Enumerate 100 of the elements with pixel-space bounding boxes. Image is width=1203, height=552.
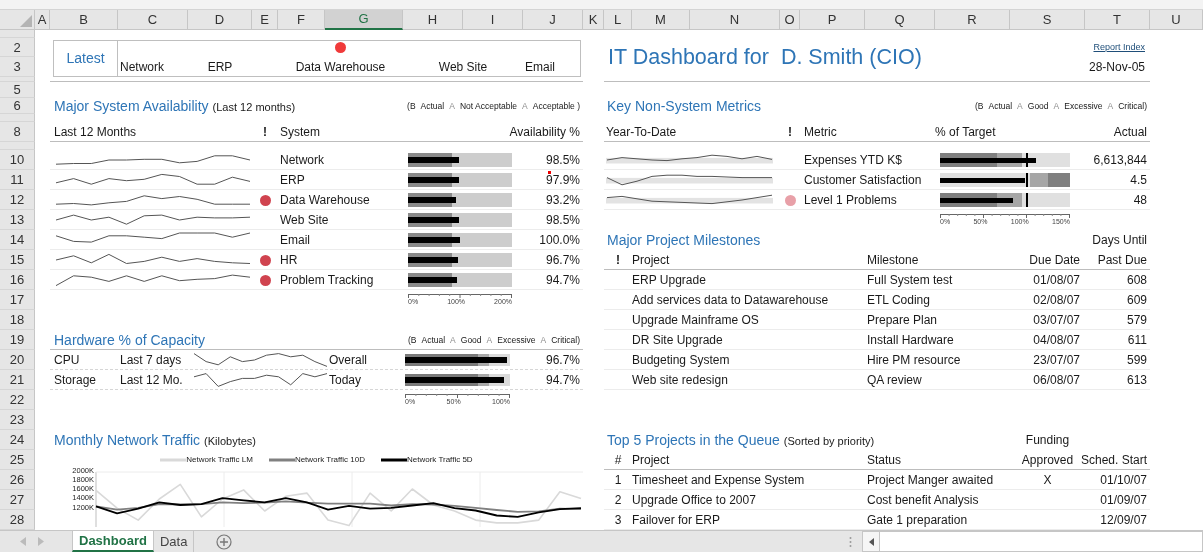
row-header[interactable]: 22 [0, 390, 35, 410]
section-subtitle: (Last 12 months) [212, 99, 296, 115]
select-all-button[interactable] [0, 10, 35, 30]
row-header[interactable]: 23 [0, 410, 35, 430]
row-header[interactable]: 20 [0, 350, 35, 370]
row-header[interactable]: 13 [0, 210, 35, 230]
column-header[interactable]: D [188, 10, 252, 30]
column-heading: Metric [804, 124, 837, 141]
row-header[interactable]: 24 [0, 430, 35, 450]
project-name: Web site redesign [632, 372, 728, 389]
column-header[interactable]: O [780, 10, 800, 30]
report-index-link[interactable]: Report Index [1093, 40, 1145, 55]
column-heading: Days Until [1092, 232, 1147, 249]
legend-marker: A [1053, 99, 1060, 113]
days-value: 579 [1126, 312, 1147, 329]
column-heading: Sched. Start [1080, 452, 1147, 469]
column-header[interactable]: M [632, 10, 690, 30]
resource-label: Storage [54, 372, 97, 389]
previous-sheet-icon[interactable] [20, 537, 26, 546]
start-date: 01/10/07 [1100, 472, 1147, 489]
row-header[interactable]: 18 [0, 310, 35, 330]
column-heading: Past Due [1097, 252, 1147, 269]
row-header[interactable]: 10 [0, 150, 35, 170]
column-header[interactable]: H [403, 10, 463, 30]
column-heading: Project [632, 252, 670, 269]
legend-label: Good [460, 333, 482, 347]
column-header[interactable]: A [35, 10, 50, 30]
row-header[interactable]: 2 [0, 38, 35, 57]
row-header[interactable]: 17 [0, 290, 35, 310]
legend-label: (B [975, 99, 984, 113]
column-header[interactable]: T [1085, 10, 1150, 30]
column-header[interactable]: F [278, 10, 325, 30]
row-header[interactable] [0, 114, 35, 122]
row-header[interactable]: 11 [0, 170, 35, 190]
row-header[interactable]: 16 [0, 270, 35, 290]
project-name: DR Site Upgrade [632, 332, 723, 349]
add-sheet-icon[interactable] [216, 533, 233, 550]
legend-marker: A [540, 333, 547, 347]
row-header[interactable]: 8 [0, 122, 35, 142]
scroll-left-button[interactable] [862, 531, 880, 552]
row-header[interactable] [0, 77, 35, 82]
column-header[interactable]: R [935, 10, 1010, 30]
column-header[interactable]: N [690, 10, 780, 30]
milestone-name: Hire PM resource [867, 352, 961, 369]
row-header[interactable]: 28 [0, 510, 35, 530]
row-header[interactable]: 12 [0, 190, 35, 210]
row-header[interactable]: 14 [0, 230, 35, 250]
row-header[interactable]: 5 [0, 82, 35, 98]
system-name: HR [280, 252, 298, 269]
horizontal-scrollbar[interactable] [880, 531, 1203, 552]
system-label: Email [525, 59, 555, 76]
row-header[interactable]: 3 [0, 57, 35, 77]
row-header[interactable]: 25 [0, 450, 35, 470]
row-header[interactable]: 26 [0, 470, 35, 490]
column-heading: Approved [1021, 452, 1074, 469]
legend-marker: A [450, 333, 456, 347]
section-title: Top 5 Projects in the Queue [607, 430, 780, 450]
measure-label: Overall [329, 352, 367, 369]
left-arrow-icon [868, 537, 874, 546]
legend-label: Acceptable ) [532, 99, 580, 113]
legend-label: (B [408, 333, 417, 347]
row-header[interactable] [0, 30, 35, 38]
column-header[interactable]: Q [865, 10, 935, 30]
due-date: 04/08/07 [1033, 332, 1080, 349]
panel-title: Latest [54, 41, 118, 76]
capacity-value: 94.7% [545, 372, 580, 389]
column-header[interactable]: J [523, 10, 583, 30]
column-header[interactable]: G [325, 10, 403, 30]
column-header[interactable]: C [118, 10, 188, 30]
legend-label: Critical) [1118, 99, 1147, 113]
column-header[interactable]: E [252, 10, 278, 30]
column-header[interactable]: I [463, 10, 523, 30]
next-sheet-icon[interactable] [38, 537, 44, 546]
section-title: Major Project Milestones [607, 230, 761, 250]
rank-number: 2 [614, 492, 622, 509]
sheet-tab[interactable]: Dashboard [72, 531, 154, 552]
column-header[interactable]: P [800, 10, 865, 30]
start-date: 12/09/07 [1100, 512, 1147, 529]
row-header[interactable]: 21 [0, 370, 35, 390]
section-title: Major System Availability [54, 96, 209, 116]
row-header[interactable]: 27 [0, 490, 35, 510]
column-heading: ! [263, 124, 267, 141]
legend-label: Excessive [1064, 99, 1103, 113]
split-handle-icon[interactable] [849, 535, 852, 548]
column-header[interactable]: B [50, 10, 118, 30]
section-subtitle: (Sorted by priority) [783, 433, 875, 449]
metric-name: Expenses YTD K$ [804, 152, 902, 169]
due-date: 23/07/07 [1033, 352, 1080, 369]
column-header[interactable]: K [583, 10, 604, 30]
row-header[interactable]: 19 [0, 330, 35, 350]
row-header[interactable]: 6 [0, 98, 35, 114]
milestone-name: ETL Coding [867, 292, 930, 309]
column-header[interactable]: S [1010, 10, 1085, 30]
period-label: Last 7 days [120, 352, 182, 369]
column-header[interactable]: L [604, 10, 632, 30]
row-header[interactable] [0, 142, 35, 150]
rank-number: 1 [614, 472, 622, 489]
row-header[interactable]: 15 [0, 250, 35, 270]
measure-label: Today [329, 372, 362, 389]
column-header[interactable]: U [1150, 10, 1203, 30]
